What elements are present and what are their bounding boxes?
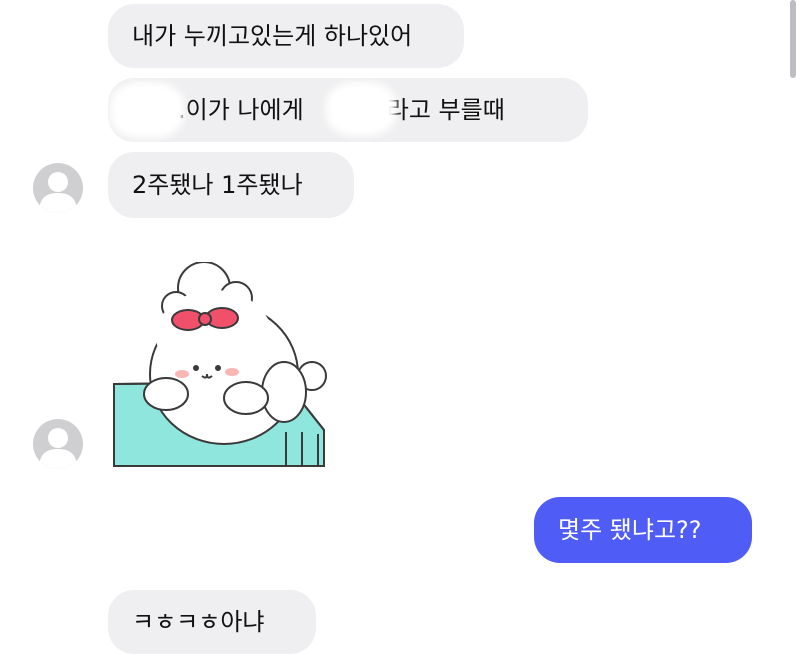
user-silhouette-icon: [39, 172, 77, 213]
sticker-message[interactable]: [106, 261, 338, 472]
white-puppy-with-red-bow-sticker: [113, 261, 327, 467]
scrollbar[interactable]: [790, 0, 796, 78]
message-bubble-received[interactable]: 2주됐나 1주됐나: [108, 152, 354, 218]
message-bubble-received[interactable]: 내가 누끼고있는게 하나있어: [108, 4, 464, 68]
redaction-mark: [110, 82, 184, 138]
message-text: 2주됐나 1주됐나: [132, 171, 303, 199]
message-text: 내가 누끼고있는게 하나있어: [132, 22, 413, 50]
message-bubble-received[interactable]: ㅋㅎㅋㅎ아냐: [108, 590, 316, 654]
avatar[interactable]: [33, 163, 83, 213]
message-text: 몇주 됐냐고??: [558, 516, 702, 544]
message-bubble-sent[interactable]: 몇주 됐냐고??: [534, 497, 752, 563]
message-text: ㅋㅎㅋㅎ아냐: [132, 608, 265, 636]
user-silhouette-icon: [39, 428, 77, 469]
redaction-mark: [326, 82, 396, 136]
avatar[interactable]: [33, 419, 83, 469]
